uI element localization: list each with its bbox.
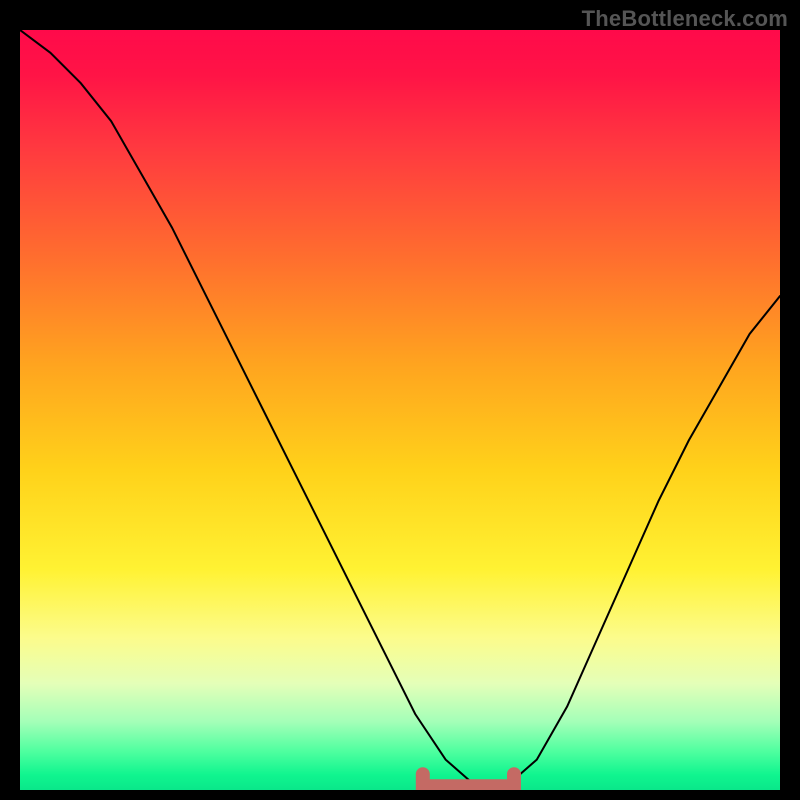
chart-frame: TheBottleneck.com (0, 0, 800, 800)
watermark-text: TheBottleneck.com (582, 6, 788, 32)
plot-area (20, 30, 780, 790)
optimal-range-marker (423, 774, 514, 786)
bottleneck-curve (20, 30, 780, 786)
chart-svg (20, 30, 780, 790)
